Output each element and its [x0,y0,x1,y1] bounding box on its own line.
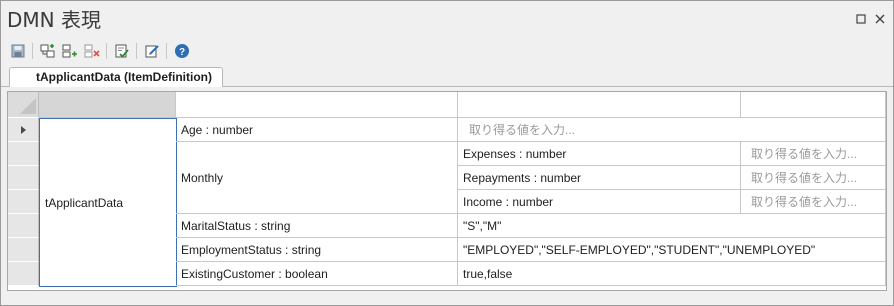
corner-triangle-icon [20,98,36,114]
current-row-arrow-icon [21,126,26,134]
subcomponent-name: Repayments : number [463,170,582,185]
row-header[interactable] [8,118,39,142]
tab-item-definition[interactable]: tApplicantData (ItemDefinition) [9,67,223,88]
add-sibling-button[interactable] [60,41,80,61]
close-button[interactable] [873,12,887,26]
add-child-icon [40,44,55,58]
allowed-values-placeholder: 取り得る値を入力... [751,195,858,209]
row-header[interactable] [8,190,39,214]
row-header[interactable] [8,238,39,262]
allowed-values-cell[interactable]: true,false [458,262,886,286]
row-header[interactable] [8,214,39,238]
toolbar-separator [136,43,137,59]
maximize-icon [856,14,866,24]
edit-icon [145,45,159,58]
add-sibling-icon [62,44,77,58]
edit-button[interactable] [142,41,162,61]
component-name: EmploymentStatus : string [181,242,322,257]
allowed-values-placeholder: 取り得る値を入力... [751,171,858,185]
row-header[interactable] [8,142,39,166]
component-name-cell[interactable]: Age : number [176,118,458,142]
maximize-button[interactable] [854,12,868,26]
allowed-values-cell[interactable]: "EMPLOYED","SELF-EMPLOYED","STUDENT","UN… [458,238,886,262]
close-icon [875,14,885,24]
subcomponent-name-cell[interactable]: Expenses : number [458,142,741,166]
allowed-values: "EMPLOYED","SELF-EMPLOYED","STUDENT","UN… [463,242,816,257]
allowed-values-input[interactable]: 取り得る値を入力... [741,166,886,190]
toolbar-separator [166,43,167,59]
window-title: DMN 表現 [7,8,101,32]
delete-button[interactable] [82,41,102,61]
corner-header[interactable] [8,92,39,118]
component-name-cell[interactable]: ExistingCustomer : boolean [176,262,458,286]
component-name-cell[interactable]: Monthly [176,142,458,214]
dmn-expression-window: DMN 表現 ? tApplicantData (ItemDefinition)… [0,0,894,306]
toolbar: ? [1,37,893,65]
subcomponent-name-cell[interactable]: Repayments : number [458,166,741,190]
save-icon [11,44,25,58]
allowed-values-input[interactable]: 取り得る値を入力... [741,142,886,166]
component-name: MaritalStatus : string [181,218,291,233]
allowed-values-placeholder: 取り得る値を入力... [751,147,858,161]
column-header-subvalues[interactable] [741,92,886,118]
column-header-structure[interactable] [176,92,458,118]
toolbar-separator [32,43,33,59]
component-name-cell[interactable]: MaritalStatus : string [176,214,458,238]
help-button[interactable]: ? [172,41,192,61]
subcomponent-name-cell[interactable]: Income : number [458,190,741,214]
component-name: ExistingCustomer : boolean [181,266,328,281]
column-header-values[interactable] [458,92,741,118]
subcomponent-name: Expenses : number [463,146,567,161]
component-name-cell[interactable]: EmploymentStatus : string [176,238,458,262]
toolbar-separator [106,43,107,59]
root-type-name: tApplicantData [45,195,124,210]
help-icon: ? [175,44,189,58]
tab-strip: tApplicantData (ItemDefinition) [1,65,893,88]
delete-icon [84,44,100,58]
allowed-values: "S","M" [463,218,502,233]
save-button[interactable] [8,41,28,61]
content-area: tApplicantData Age : number 取り得る値を入力... … [1,87,893,305]
component-name: Monthly [181,170,224,185]
subcomponent-name: Income : number [463,194,554,209]
row-header[interactable] [8,262,39,286]
validate-icon [115,44,129,58]
allowed-values: true,false [463,266,513,281]
item-definition-grid: tApplicantData Age : number 取り得る値を入力... … [7,91,887,291]
svg-text:?: ? [179,47,185,58]
component-name: Age : number [181,122,254,137]
allowed-values-placeholder: 取り得る値を入力... [469,123,576,137]
allowed-values-input[interactable]: 取り得る値を入力... [741,190,886,214]
validate-button[interactable] [112,41,132,61]
allowed-values-input[interactable]: 取り得る値を入力... [458,118,886,142]
column-header-name[interactable] [39,92,176,118]
add-child-button[interactable] [38,41,58,61]
row-header[interactable] [8,166,39,190]
root-type-name-cell[interactable]: tApplicantData [39,118,177,287]
allowed-values-cell[interactable]: "S","M" [458,214,886,238]
title-bar: DMN 表現 [1,1,893,37]
